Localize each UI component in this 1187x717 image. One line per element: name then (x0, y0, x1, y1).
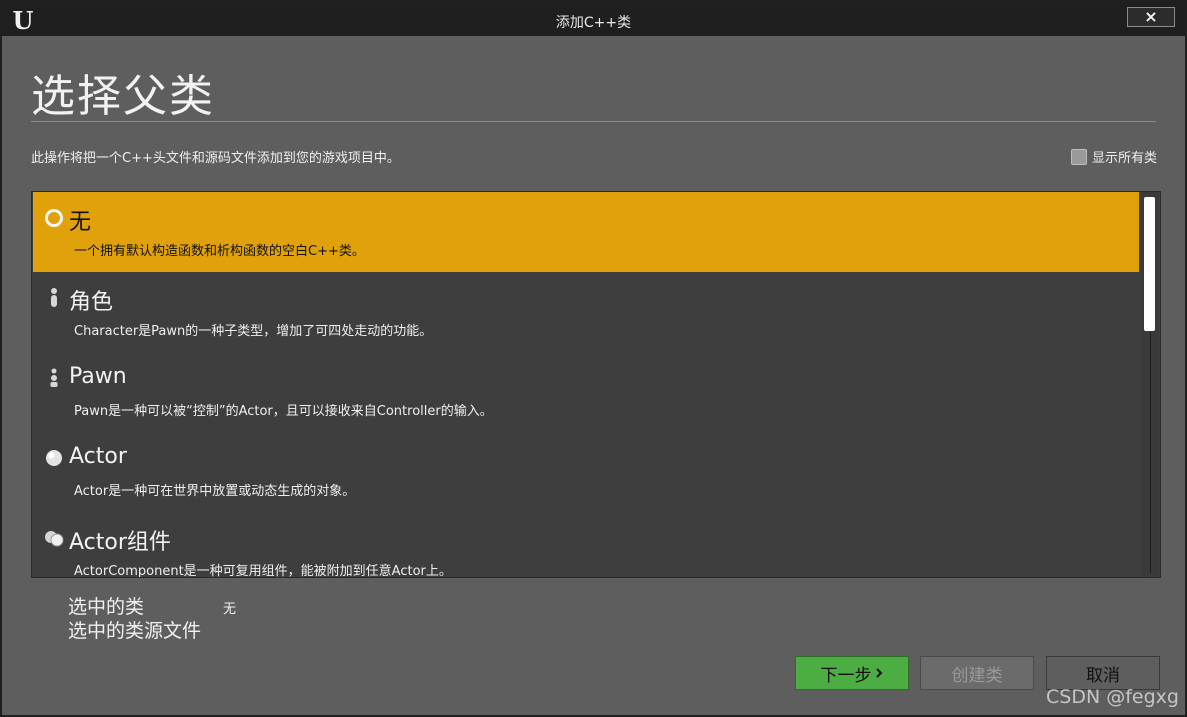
parent-class-list: 无 一个拥有默认构造函数和析构函数的空白C++类。 角色 Character是P… (31, 191, 1161, 578)
page-title: 选择父类 (31, 71, 215, 122)
title-bar[interactable]: U 添加C++类 × (2, 2, 1185, 36)
selected-source-label: 选中的类源文件 (68, 620, 202, 642)
title-divider (31, 121, 1156, 122)
scrollbar-thumb[interactable] (1144, 197, 1155, 331)
class-item-description: ActorComponent是一种可复用组件，能被附加到任意Actor上。 (74, 564, 452, 578)
class-item-description: Actor是一种可在世界中放置或动态生成的对象。 (74, 484, 356, 499)
class-item-actor-component[interactable]: Actor组件 ActorComponent是一种可复用组件，能被附加到任意Ac… (33, 512, 1139, 578)
next-button-label: 下一步 (820, 665, 872, 686)
class-item-character[interactable]: 角色 Character是Pawn的一种子类型，增加了可四处走动的功能。 (33, 272, 1139, 352)
class-item-name: Actor组件 (69, 530, 171, 555)
scrollbar-rail (1150, 332, 1151, 573)
selected-class-label: 选中的类 (68, 596, 145, 618)
class-item-name: Actor (69, 444, 127, 469)
sphere-icon (43, 447, 65, 469)
window-title: 添加C++类 (555, 15, 632, 31)
close-button[interactable]: × (1127, 7, 1175, 27)
list-scrollbar[interactable] (1141, 192, 1159, 577)
character-icon (43, 287, 65, 309)
cancel-button[interactable]: 取消 (1046, 656, 1160, 690)
create-class-button[interactable]: 创建类 (920, 656, 1034, 690)
selected-class-value: 无 (223, 602, 237, 617)
next-button[interactable]: 下一步 (795, 656, 909, 690)
class-item-none[interactable]: 无 一个拥有默认构造函数和析构函数的空白C++类。 (33, 192, 1139, 272)
csdn-watermark: CSDN @fegxg (1046, 686, 1179, 708)
class-item-name: 无 (69, 210, 92, 235)
class-item-pawn[interactable]: Pawn Pawn是一种可以被“控制”的Actor，且可以接收来自Control… (33, 352, 1139, 432)
class-item-description: 一个拥有默认构造函数和析构函数的空白C++类。 (74, 244, 365, 259)
add-cpp-class-dialog: U 添加C++类 × 选择父类 此操作将把一个C++头文件和源码文件添加到您的游… (0, 0, 1187, 717)
ring-icon (43, 207, 65, 229)
class-item-description: Character是Pawn的一种子类型，增加了可四处走动的功能。 (74, 324, 433, 339)
close-icon: × (1144, 7, 1158, 26)
cancel-label: 取消 (1086, 665, 1120, 686)
class-item-name: Pawn (69, 364, 127, 389)
class-item-actor[interactable]: Actor Actor是一种可在世界中放置或动态生成的对象。 (33, 432, 1139, 512)
chevron-right-icon (875, 668, 882, 678)
show-all-classes-label: 显示所有类 (1091, 151, 1157, 166)
component-icon (43, 527, 65, 549)
pawn-icon (43, 367, 65, 389)
class-item-name: 角色 (69, 290, 114, 315)
show-all-classes-checkbox[interactable] (1070, 148, 1087, 165)
page-description: 此操作将把一个C++头文件和源码文件添加到您的游戏项目中。 (31, 151, 400, 166)
class-item-description: Pawn是一种可以被“控制”的Actor，且可以接收来自Controller的输… (74, 404, 493, 419)
create-class-label: 创建类 (951, 665, 1003, 686)
show-all-classes-toggle[interactable]: 显示所有类 (1070, 147, 1157, 166)
